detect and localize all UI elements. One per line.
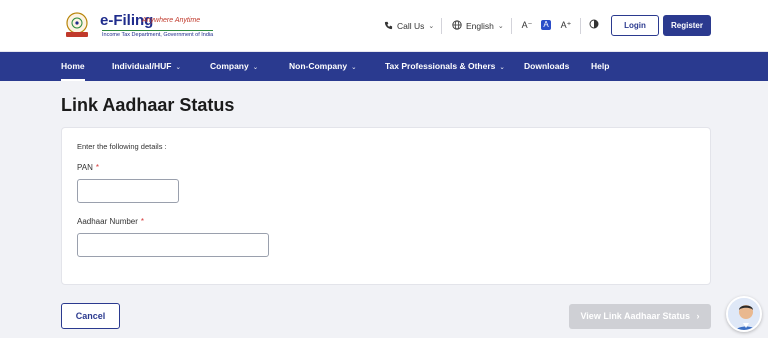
contrast-icon[interactable]	[588, 19, 600, 33]
nav-item-label: Individual/HUF	[112, 61, 172, 71]
aadhaar-label: Aadhaar Number *	[77, 217, 144, 226]
nav-item-label: Tax Professionals & Others	[385, 61, 496, 71]
language-selector[interactable]: English ⌄	[452, 17, 504, 35]
nav-item-home[interactable]: Home	[61, 52, 85, 81]
details-form: Enter the following details : PAN * Aadha…	[61, 127, 711, 285]
chevron-down-icon: ⌄	[351, 64, 357, 71]
nav-item-individual-huf[interactable]: Individual/HUF ⌄	[112, 52, 181, 81]
call-us-label: Call Us	[397, 21, 425, 31]
pan-input[interactable]	[77, 179, 179, 203]
view-link-aadhaar-status-button[interactable]: View Link Aadhaar Status ›	[569, 304, 711, 329]
globe-icon	[452, 20, 462, 32]
increase-font-button[interactable]: A⁺	[560, 18, 572, 32]
chatbot-avatar[interactable]	[726, 296, 762, 332]
chevron-down-icon: ⌄	[252, 64, 259, 71]
nav-item-non-company[interactable]: Non-Company ⌄	[289, 52, 357, 81]
site-header: e-Filing Anywhere Anytime Income Tax Dep…	[0, 0, 768, 52]
divider	[441, 18, 442, 34]
nav-item-tax-professionals[interactable]: Tax Professionals & Others ⌄	[385, 52, 505, 81]
chevron-right-icon: ›	[696, 311, 700, 321]
register-button[interactable]: Register	[663, 15, 711, 36]
chevron-down-icon: ⌄	[175, 64, 181, 71]
pan-label-text: PAN	[77, 163, 93, 172]
brand-subtitle: Income Tax Department, Government of Ind…	[102, 30, 214, 38]
decrease-font-button[interactable]: A⁻	[521, 18, 533, 32]
nav-item-downloads[interactable]: Downloads	[524, 52, 569, 81]
login-button[interactable]: Login	[611, 15, 659, 36]
main-nav: Home Individual/HUF ⌄ Company ⌄ Non-Compan…	[0, 52, 768, 81]
nav-item-company[interactable]: Company ⌄	[210, 52, 258, 81]
brand-tagline: Anywhere Anytime	[142, 17, 201, 24]
cancel-button[interactable]: Cancel	[61, 303, 120, 329]
page-title: Link Aadhaar Status	[61, 95, 235, 115]
language-label: English	[466, 21, 494, 31]
chevron-down-icon: ⌄	[428, 23, 435, 30]
assistant-avatar-icon	[728, 298, 760, 330]
normal-font-button[interactable]: A	[541, 20, 551, 30]
efiling-logo[interactable]: e-Filing Anywhere Anytime Income Tax Dep…	[62, 10, 214, 42]
required-mark: *	[140, 217, 145, 226]
divider	[580, 18, 581, 34]
nav-item-label: Non-Company	[289, 61, 348, 71]
pan-label: PAN *	[77, 163, 99, 172]
phone-icon	[384, 21, 393, 32]
form-instructions: Enter the following details :	[77, 142, 167, 151]
emblem-icon	[66, 12, 88, 37]
nav-item-label: Company	[210, 61, 249, 71]
nav-item-label: Help	[591, 61, 610, 71]
chevron-down-icon: ⌄	[497, 23, 504, 30]
chevron-down-icon: ⌄	[499, 64, 505, 71]
aadhaar-number-input[interactable]	[77, 233, 269, 257]
divider	[511, 18, 512, 34]
view-status-label: View Link Aadhaar Status	[580, 311, 691, 321]
nav-item-label: Downloads	[524, 61, 570, 71]
nav-item-label: Home	[61, 61, 85, 71]
call-us-menu[interactable]: Call Us ⌄	[384, 17, 434, 35]
required-mark: *	[95, 163, 99, 172]
aadhaar-label-text: Aadhaar Number	[77, 217, 138, 226]
nav-item-help[interactable]: Help	[591, 52, 609, 81]
